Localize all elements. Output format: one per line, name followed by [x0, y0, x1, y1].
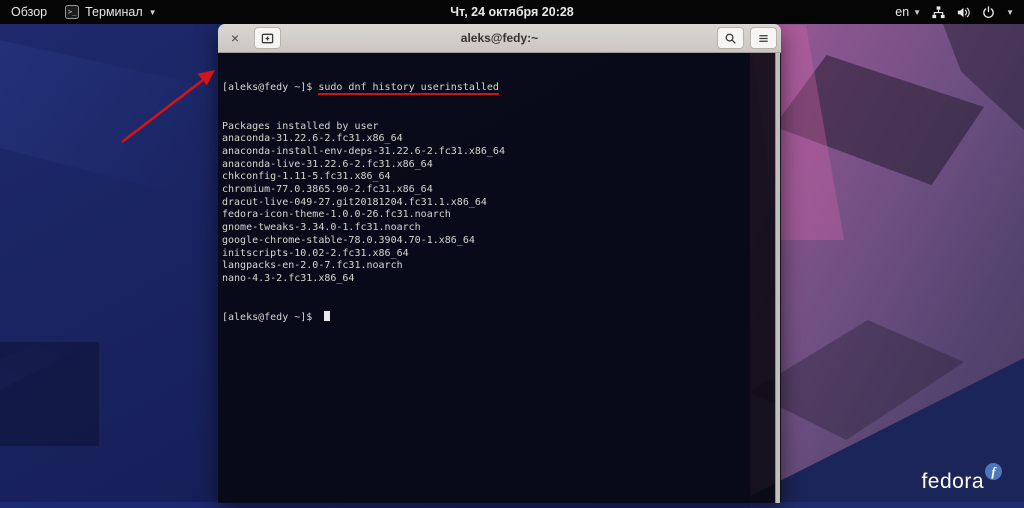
power-icon	[981, 5, 996, 20]
fedora-logo: fedora f	[921, 463, 1002, 492]
terminal-output-line: anaconda-31.22.6-2.fc31.x86_64	[222, 133, 771, 146]
window-title: aleks@fedy:~	[218, 31, 781, 45]
shell-prompt: [aleks@fedy ~]$	[222, 312, 318, 323]
terminal-output-line: google-chrome-stable-78.0.3904.70-1.x86_…	[222, 235, 771, 248]
hamburger-menu-icon	[757, 32, 770, 45]
fedora-wordmark: fedora	[921, 463, 984, 492]
close-window-button[interactable]: ×	[222, 27, 248, 49]
activities-button[interactable]: Обзор	[11, 5, 47, 19]
system-status-area[interactable]: en ▼ ▼	[895, 0, 1014, 24]
terminal-prompt-line: [aleks@fedy ~]$	[222, 311, 771, 325]
search-button[interactable]	[717, 27, 744, 49]
wallpaper-shape	[0, 342, 99, 446]
terminal-output-line: anaconda-install-env-deps-31.22.6-2.fc31…	[222, 146, 771, 159]
chevron-down-icon: ▼	[1006, 8, 1014, 17]
terminal-output-line: chkconfig-1.11-5.fc31.x86_64	[222, 171, 771, 184]
keyboard-layout-label: en	[895, 5, 909, 19]
search-icon	[724, 32, 737, 45]
annotated-command: sudo dnf history userinstalled	[318, 82, 499, 95]
terminal-scrollbar[interactable]	[775, 53, 780, 503]
terminal-command-line: [aleks@fedy ~]$ sudo dnf history userins…	[222, 82, 771, 95]
terminal-output-line: Packages installed by user	[222, 121, 771, 134]
terminal-output-line: fedora-icon-theme-1.0.0-26.fc31.noarch	[222, 209, 771, 222]
terminal-output-line: initscripts-10.02-2.fc31.x86_64	[222, 248, 771, 261]
shell-prompt: [aleks@fedy ~]$	[222, 82, 318, 93]
terminal-titlebar[interactable]: × aleks@fedy:~	[218, 24, 781, 53]
volume-icon	[956, 5, 971, 20]
terminal-output-line: gnome-tweaks-3.34.0-1.fc31.noarch	[222, 222, 771, 235]
keyboard-layout-indicator[interactable]: en ▼	[895, 5, 921, 19]
terminal-output-line: dracut-live-049-27.git20181204.fc31.1.x8…	[222, 197, 771, 210]
gnome-top-bar: Обзор >_ Терминал ▼ Чт, 24 октября 20:28…	[0, 0, 1024, 24]
terminal-output-line: anaconda-live-31.22.6-2.fc31.x86_64	[222, 159, 771, 172]
terminal-output: Packages installed by useranaconda-31.22…	[222, 121, 771, 286]
chevron-down-icon: ▼	[913, 8, 921, 17]
terminal-output-line: langpacks-en-2.0-7.fc31.noarch	[222, 260, 771, 273]
menu-button[interactable]	[750, 27, 777, 49]
app-menu-terminal[interactable]: >_ Терминал ▼	[65, 5, 156, 19]
new-tab-button[interactable]	[254, 27, 281, 49]
terminal-cursor	[324, 311, 330, 321]
terminal-output-line: nano-4.3-2.fc31.x86_64	[222, 273, 771, 286]
app-menu-label: Терминал	[85, 5, 143, 19]
terminal-window: × aleks@fedy:~ [aleks@fedy ~]$ sudo dnf …	[218, 24, 781, 503]
chevron-down-icon: ▼	[149, 8, 157, 17]
terminal-screen[interactable]: [aleks@fedy ~]$ sudo dnf history userins…	[218, 53, 781, 503]
network-wired-icon	[931, 5, 946, 20]
terminal-output-line: chromium-77.0.3865.90-2.fc31.x86_64	[222, 184, 771, 197]
fedora-f-icon: f	[985, 463, 1002, 480]
new-tab-icon	[261, 32, 274, 45]
terminal-app-icon: >_	[65, 5, 79, 19]
